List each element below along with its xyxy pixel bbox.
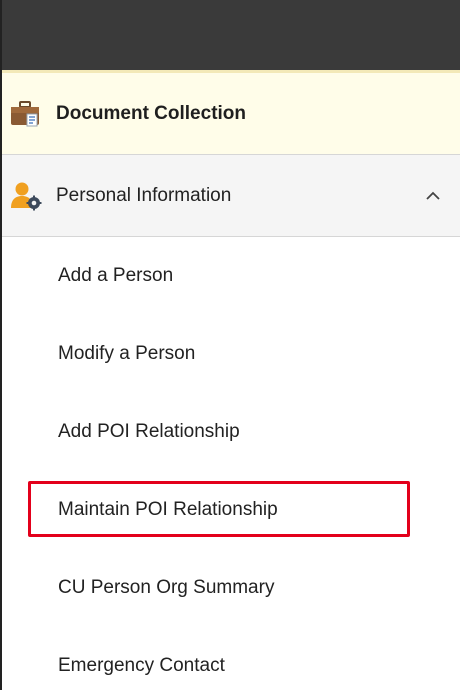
submenu-item-add-poi-relationship[interactable]: Add POI Relationship	[2, 393, 460, 471]
navigation-panel: Document Collection Personal Information…	[0, 0, 460, 690]
submenu-item-modify-a-person[interactable]: Modify a Person	[2, 315, 460, 393]
submenu-item-label: Maintain POI Relationship	[58, 499, 278, 520]
submenu-item-label: Emergency Contact	[58, 655, 225, 676]
briefcase-icon	[10, 100, 40, 128]
menu-section-personal-information[interactable]: Personal Information	[2, 155, 460, 237]
submenu-item-label: Modify a Person	[58, 343, 196, 364]
top-header-bar	[2, 0, 460, 73]
submenu-item-label: Add POI Relationship	[58, 421, 240, 442]
submenu-item-add-a-person[interactable]: Add a Person	[2, 237, 460, 315]
submenu-item-cu-person-org-summary[interactable]: CU Person Org Summary	[2, 549, 460, 627]
personal-information-submenu: Add a Person Modify a Person Add POI Rel…	[2, 237, 460, 690]
person-gear-icon	[10, 181, 42, 211]
submenu-item-maintain-poi-relationship[interactable]: Maintain POI Relationship	[2, 471, 460, 549]
submenu-item-label: CU Person Org Summary	[58, 577, 275, 598]
document-collection-label: Document Collection	[56, 102, 247, 124]
personal-information-label: Personal Information	[56, 184, 232, 206]
menu-item-document-collection[interactable]: Document Collection	[2, 73, 460, 155]
chevron-up-icon[interactable]	[418, 181, 448, 211]
submenu-item-label: Add a Person	[58, 265, 174, 286]
submenu-item-emergency-contact[interactable]: Emergency Contact	[2, 627, 460, 690]
